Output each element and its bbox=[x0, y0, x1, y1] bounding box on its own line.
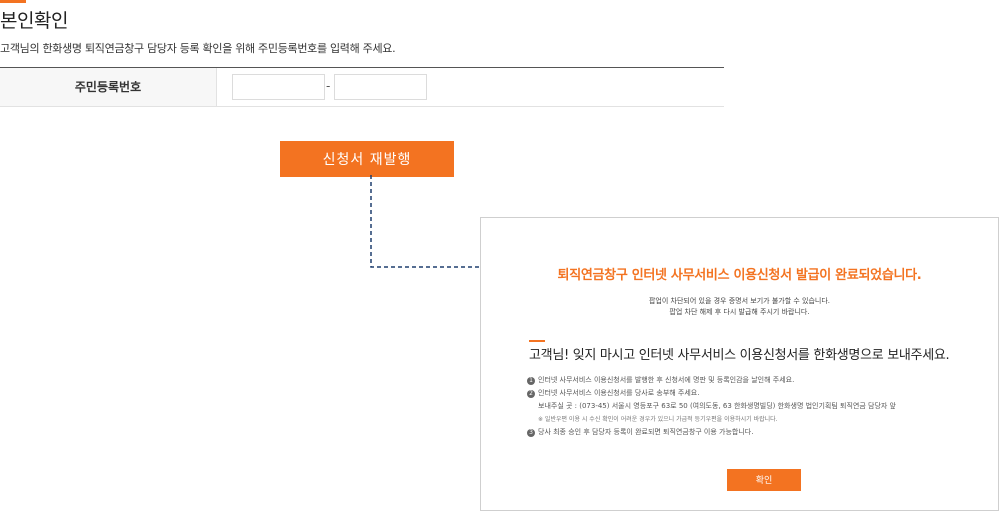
step-number-badge: 2 bbox=[527, 389, 535, 398]
instruction-steps: 1 인터넷 사무서비스 이용신청서를 발행한 후 신청서에 명판 및 등록인감을… bbox=[527, 374, 896, 439]
title-accent-bar bbox=[0, 0, 26, 3]
popup-title: 퇴직연금창구 인터넷 사무서비스 이용신청서 발급이 완료되었습니다. bbox=[557, 268, 922, 283]
popup-note-line: 팝업이 차단되어 있을 경우 증명서 보기가 불가할 수 있습니다. bbox=[648, 297, 831, 305]
step-number-badge: 1 bbox=[527, 376, 535, 385]
popup-heading: 고객님! 잊지 마시고 인터넷 사무서비스 이용신청서를 한화생명으로 보내주세… bbox=[529, 348, 950, 363]
rrn-second-input[interactable] bbox=[334, 74, 427, 100]
page-title: 본인확인 bbox=[0, 10, 68, 32]
step-item: 1 인터넷 사무서비스 이용신청서를 발행한 후 신청서에 명판 및 등록인감을… bbox=[527, 374, 896, 387]
rrn-first-input[interactable] bbox=[232, 74, 325, 100]
confirm-button[interactable]: 확인 bbox=[727, 469, 801, 491]
mail-caution-note: ※ 일반우편 이용 시 수신 확인이 어려운 경우가 있으니 가급적 등기우편을… bbox=[538, 416, 778, 423]
popup-note-line: 팝업 차단 해제 후 다시 발급해 주시기 바랍니다. bbox=[669, 308, 810, 316]
step-item: 3 당사 최종 승인 후 담당자 등록이 완료되면 퇴직연금창구 이용 가능합니… bbox=[527, 426, 896, 439]
step-text: 당사 최종 승인 후 담당자 등록이 완료되면 퇴직연금창구 이용 가능합니다. bbox=[538, 428, 754, 436]
completion-popup: 퇴직연금창구 인터넷 사무서비스 이용신청서 발급이 완료되었습니다. 팝업이 … bbox=[480, 217, 999, 511]
reissue-application-button[interactable]: 신청서 재발행 bbox=[280, 141, 454, 177]
popup-block-note: 팝업이 차단되어 있을 경우 증명서 보기가 불가할 수 있습니다. 팝업 차단… bbox=[481, 296, 998, 318]
page-description: 고객님의 한화생명 퇴직연금창구 담당자 등록 확인을 위해 주민등록번호를 입… bbox=[0, 42, 396, 55]
step-text: 인터넷 사무서비스 이용신청서를 당사로 송부해 주세요. bbox=[538, 389, 700, 397]
step-number-badge: 3 bbox=[527, 428, 535, 437]
rrn-label: 주민등록번호 bbox=[0, 68, 217, 106]
step-item: 2 인터넷 사무서비스 이용신청서를 당사로 송부해 주세요. bbox=[527, 387, 896, 400]
step-text: 인터넷 사무서비스 이용신청서를 발행한 후 신청서에 명판 및 등록인감을 날… bbox=[538, 376, 795, 384]
heading-accent-rule bbox=[529, 340, 545, 342]
rrn-separator: - bbox=[326, 79, 331, 93]
mailing-address: 보내주실 곳 : (073-45) 서울시 영등포구 63로 50 (여의도동,… bbox=[538, 402, 896, 410]
identity-form-table: 주민등록번호 - bbox=[0, 67, 724, 107]
